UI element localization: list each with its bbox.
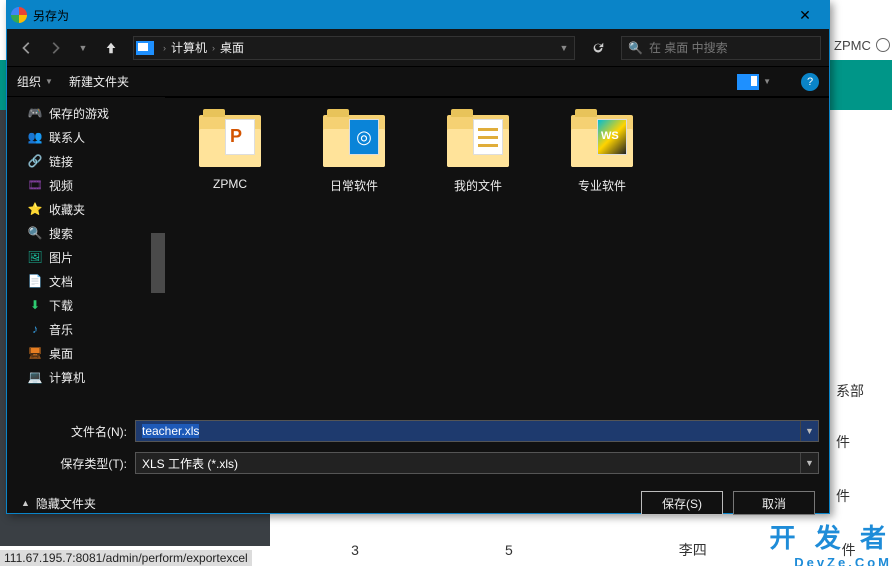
sidebar-item-contacts[interactable]: 👥 联系人 bbox=[27, 125, 165, 149]
filetype-select[interactable]: XLS 工作表 (*.xls) ▼ bbox=[135, 452, 819, 474]
chevron-right-icon: › bbox=[163, 43, 166, 53]
hide-folders-toggle[interactable]: ▲ 隐藏文件夹 bbox=[21, 495, 96, 512]
bg-text-col-suffix3: 件 bbox=[842, 540, 856, 560]
sidebar-item-label: 桌面 bbox=[49, 345, 73, 362]
bg-brand: ZPMC bbox=[834, 38, 871, 53]
folder-icon bbox=[199, 115, 261, 167]
monitor-icon bbox=[136, 41, 154, 55]
sidebar-item-fav[interactable]: ⭐ 收藏夹 bbox=[27, 197, 165, 221]
file-pane[interactable]: ZPMC 日常软件 我的文件 专业软件 bbox=[165, 97, 829, 407]
desk-icon: 🖥 bbox=[27, 346, 43, 360]
folder-item[interactable]: 我的文件 bbox=[437, 115, 519, 194]
bg-brand-icon bbox=[876, 38, 890, 52]
link-icon: 🔗 bbox=[27, 154, 43, 168]
folder-item[interactable]: ZPMC bbox=[189, 115, 271, 191]
sidebar-item-label: 文档 bbox=[49, 273, 73, 290]
sidebar-item-game[interactable]: 🎮 保存的游戏 bbox=[27, 101, 165, 125]
sidebar-item-label: 图片 bbox=[49, 249, 73, 266]
path-segment-computer[interactable]: 计算机 bbox=[171, 39, 207, 56]
sidebar-item-label: 链接 bbox=[49, 153, 73, 170]
search-placeholder: 在 桌面 中搜索 bbox=[649, 39, 728, 56]
sidebar-item-label: 保存的游戏 bbox=[49, 105, 109, 122]
bg-text-dept: 系部 bbox=[836, 381, 864, 401]
filetype-label: 保存类型(T): bbox=[17, 455, 135, 472]
folder-icon bbox=[447, 115, 509, 167]
refresh-button[interactable] bbox=[585, 36, 611, 60]
music-icon: ♪ bbox=[27, 322, 43, 336]
status-bar-url: 111.67.195.7:8081/admin/perform/exportex… bbox=[0, 550, 252, 566]
new-folder-button[interactable]: 新建文件夹 bbox=[69, 73, 129, 90]
search-icon: 🔍 bbox=[27, 226, 43, 240]
folder-label: 我的文件 bbox=[454, 177, 502, 194]
nav-up-button[interactable] bbox=[99, 36, 123, 60]
path-segment-desktop[interactable]: 桌面 bbox=[220, 39, 244, 56]
bg-text-col-suffix2: 件 bbox=[836, 486, 850, 506]
sidebar-item-label: 搜索 bbox=[49, 225, 73, 242]
folder-item[interactable]: 专业软件 bbox=[561, 115, 643, 194]
bg-table-cell-c: 李四 bbox=[618, 540, 768, 560]
nav-recent-dropdown[interactable]: ▼ bbox=[71, 36, 95, 60]
sidebar-item-label: 收藏夹 bbox=[49, 201, 85, 218]
chevron-up-icon: ▲ bbox=[21, 498, 30, 508]
sidebar-item-label: 计算机 bbox=[49, 369, 85, 386]
filename-label: 文件名(N): bbox=[17, 423, 135, 440]
sidebar-item-video[interactable]: 🎞 视频 bbox=[27, 173, 165, 197]
view-mode-button[interactable] bbox=[737, 74, 759, 90]
sidebar-item-pc[interactable]: 💻 计算机 bbox=[27, 365, 165, 389]
game-icon: 🎮 bbox=[27, 106, 43, 120]
doc-icon: 📄 bbox=[27, 274, 43, 288]
chevron-right-icon: › bbox=[212, 43, 215, 53]
pic-icon: 🖼 bbox=[27, 250, 43, 264]
path-dropdown[interactable]: ▼ bbox=[554, 43, 574, 53]
down-icon: ⬇ bbox=[27, 298, 43, 312]
cancel-button[interactable]: 取消 bbox=[733, 491, 815, 515]
sidebar-item-down[interactable]: ⬇ 下载 bbox=[27, 293, 165, 317]
pc-icon: 💻 bbox=[27, 370, 43, 384]
save-as-dialog: 另存为 ✕ ▼ › 计算机 › 桌面 ▼ bbox=[6, 0, 830, 514]
filename-input[interactable]: teacher.xls ▼ bbox=[135, 420, 819, 442]
search-input[interactable]: 🔍 在 桌面 中搜索 bbox=[621, 36, 821, 60]
sidebar-item-doc[interactable]: 📄 文档 bbox=[27, 269, 165, 293]
folder-label: 专业软件 bbox=[578, 177, 626, 194]
fav-icon: ⭐ bbox=[27, 202, 43, 216]
sidebar-item-desk[interactable]: 🖥 桌面 bbox=[27, 341, 165, 365]
sidebar-item-pic[interactable]: 🖼 图片 bbox=[27, 245, 165, 269]
bg-text-col-suffix: 件 bbox=[836, 432, 850, 452]
sidebar-item-music[interactable]: ♪ 音乐 bbox=[27, 317, 165, 341]
search-icon: 🔍 bbox=[628, 41, 643, 55]
sidebar-item-label: 联系人 bbox=[49, 129, 85, 146]
folder-label: 日常软件 bbox=[330, 177, 378, 194]
contacts-icon: 👥 bbox=[27, 130, 43, 144]
sidebar-item-search[interactable]: 🔍 搜索 bbox=[27, 221, 165, 245]
chevron-down-icon[interactable]: ▼ bbox=[763, 77, 771, 86]
chrome-icon bbox=[11, 7, 27, 23]
folder-item[interactable]: 日常软件 bbox=[313, 115, 395, 194]
folder-icon bbox=[323, 115, 385, 167]
folder-label: ZPMC bbox=[213, 177, 247, 191]
sidebar-item-label: 音乐 bbox=[49, 321, 73, 338]
sidebar-item-label: 下载 bbox=[49, 297, 73, 314]
nav-back-button[interactable] bbox=[15, 36, 39, 60]
sidebar: 🎮 保存的游戏 👥 联系人 🔗 链接 🎞 视频 ⭐ 收藏夹 🔍 搜索 🖼 图片 📄 文档 ⬇ 下载 ♪ 音乐 🖥 桌面 💻 计… bbox=[7, 97, 165, 407]
save-button[interactable]: 保存(S) bbox=[641, 491, 723, 515]
close-button[interactable]: ✕ bbox=[785, 7, 825, 24]
titlebar[interactable]: 另存为 ✕ bbox=[7, 1, 829, 29]
organize-button[interactable]: 组织 bbox=[17, 73, 41, 90]
path-address-bar[interactable]: › 计算机 › 桌面 ▼ bbox=[133, 36, 575, 60]
help-button[interactable]: ? bbox=[801, 73, 819, 91]
dialog-title: 另存为 bbox=[33, 7, 785, 24]
bg-table-cell-a: 3 bbox=[280, 542, 430, 558]
filename-dropdown[interactable]: ▼ bbox=[800, 421, 818, 441]
sidebar-item-link[interactable]: 🔗 链接 bbox=[27, 149, 165, 173]
filetype-dropdown[interactable]: ▼ bbox=[800, 453, 818, 473]
sidebar-scrollbar[interactable] bbox=[151, 233, 165, 293]
folder-icon bbox=[571, 115, 633, 167]
nav-forward-button[interactable] bbox=[43, 36, 67, 60]
bg-table-cell-b: 5 bbox=[434, 542, 584, 558]
sidebar-item-label: 视频 bbox=[49, 177, 73, 194]
chevron-down-icon: ▼ bbox=[45, 77, 53, 86]
video-icon: 🎞 bbox=[27, 178, 43, 192]
